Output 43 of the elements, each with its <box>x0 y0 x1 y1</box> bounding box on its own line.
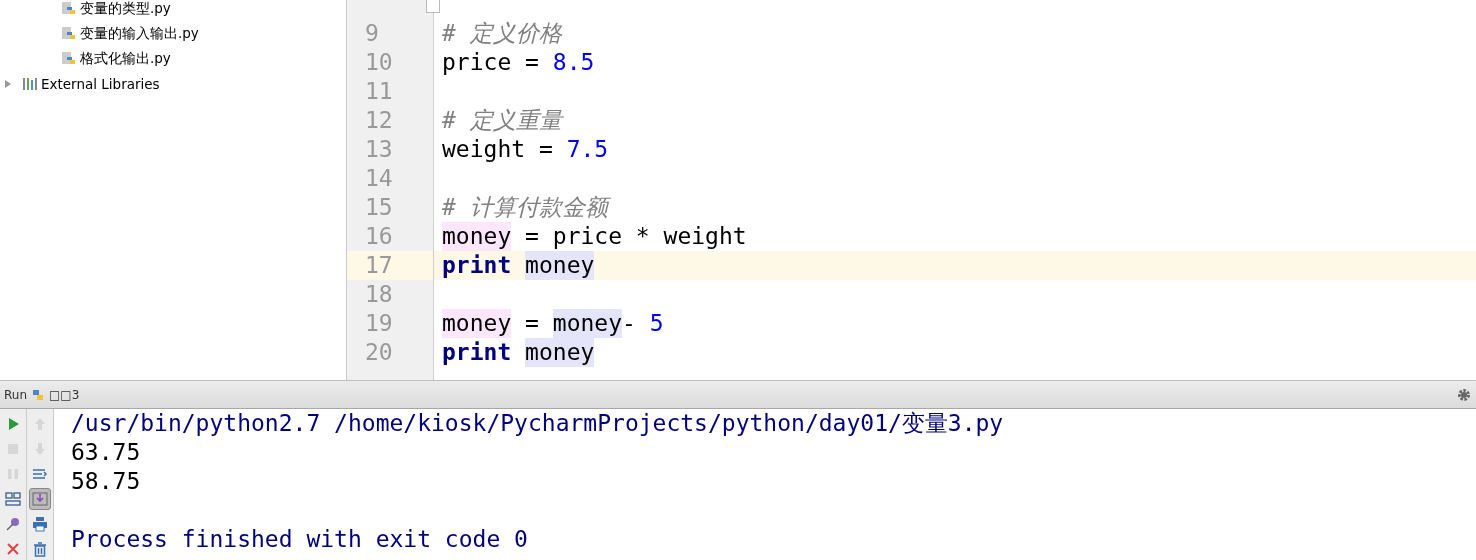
line-number: 18 <box>364 280 394 309</box>
run-config-tab[interactable]: □□3 <box>49 387 80 402</box>
file-name[interactable]: 格式化输出.py <box>80 49 171 68</box>
python-file-icon <box>61 25 77 42</box>
library-icon <box>22 76 38 91</box>
fold-marker-icon[interactable] <box>426 0 440 13</box>
line-number: 9 <box>364 19 380 48</box>
line-number: 10 <box>364 48 394 77</box>
line-number: 13 <box>364 135 394 164</box>
pin-icon <box>4 515 22 533</box>
line-number: 16 <box>364 222 394 251</box>
code-line: weight = 7.5 <box>441 135 610 164</box>
printer-icon <box>31 515 49 533</box>
tree-item[interactable]: External Libraries <box>41 75 160 92</box>
code-line: print money <box>441 338 596 367</box>
line-number: 15 <box>364 193 394 222</box>
trash-icon <box>31 540 49 558</box>
code-line: money = price * weight <box>441 222 748 251</box>
line-number: 14 <box>364 164 394 193</box>
panel-title: Run <box>4 387 27 402</box>
file-name[interactable]: 变量的类型.py <box>80 0 171 18</box>
code-line: price = 8.5 <box>441 48 596 77</box>
python-file-icon <box>61 50 77 67</box>
expand-arrow-icon[interactable] <box>3 78 13 89</box>
console-line: Process finished with exit code 0 <box>71 525 529 554</box>
scroll-end-button[interactable] <box>29 488 51 510</box>
scroll-end-icon <box>31 490 49 508</box>
python-icon <box>31 387 45 402</box>
settings-icon[interactable] <box>1456 386 1472 403</box>
console-line: /usr/bin/python2.7 /home/kiosk/PycharmProjects/python/day01/变量3.py <box>71 409 1005 438</box>
code-line: money = money- 5 <box>441 309 665 338</box>
code-line: # 定义重量 <box>441 106 565 135</box>
layout-icon <box>4 490 22 508</box>
line-number: 12 <box>364 106 394 135</box>
line-number: 17 <box>347 251 433 280</box>
console-line: 58.75 <box>71 467 142 496</box>
code-line: # 计算付款金额 <box>434 193 1476 222</box>
file-name[interactable]: 变量的输入输出.py <box>80 24 199 43</box>
line-number: 11 <box>364 77 394 106</box>
line-number: 19 <box>364 309 394 338</box>
code-line: # 定义价格 <box>441 19 564 48</box>
console-line: 63.75 <box>71 438 142 467</box>
line-number: 20 <box>364 338 394 367</box>
